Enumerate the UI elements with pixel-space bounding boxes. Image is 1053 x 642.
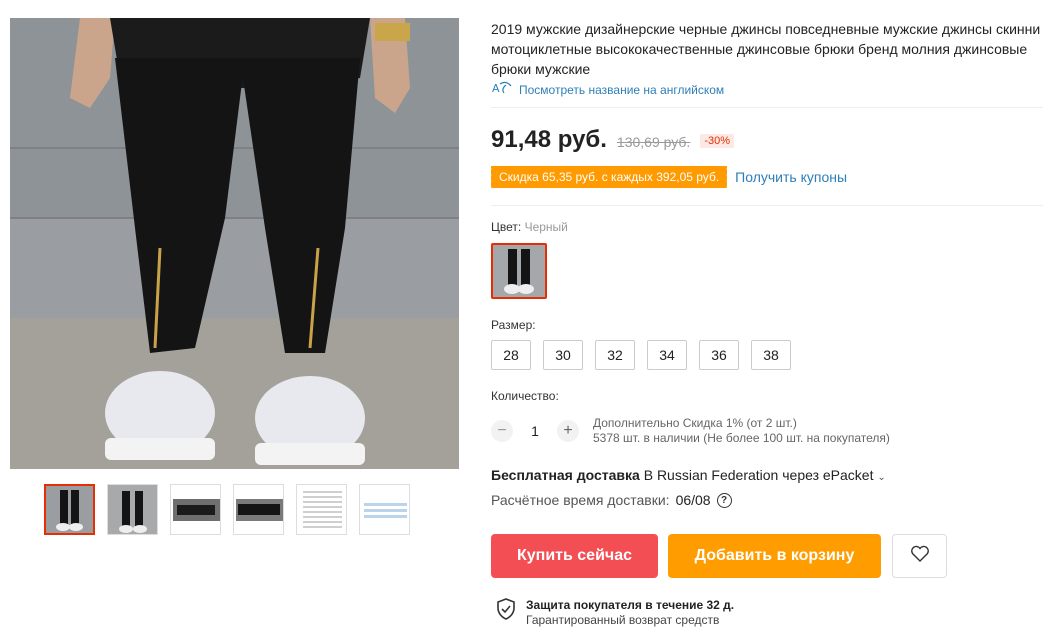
stock-text: 5378 шт. в наличии (Не более 100 шт. на … bbox=[593, 431, 890, 445]
heart-icon bbox=[910, 545, 930, 568]
quantity-label: Количество: bbox=[491, 389, 559, 403]
thumbnail-5[interactable] bbox=[296, 484, 347, 535]
buyer-protection: Защита покупателя в течение 32 д. Гарант… bbox=[496, 598, 734, 628]
buy-now-button[interactable]: Купить сейчас bbox=[491, 534, 658, 578]
shipping-info: Бесплатная доставка В Russian Federation… bbox=[491, 467, 886, 483]
get-coupons-link[interactable]: Получить купоны bbox=[735, 169, 847, 185]
main-product-image bbox=[10, 18, 459, 469]
quantity-value[interactable]: 1 bbox=[523, 423, 547, 439]
coupon-badge: Скидка 65,35 руб. с каждых 392,05 руб. bbox=[487, 166, 728, 188]
thumbnail-1[interactable] bbox=[44, 484, 95, 535]
thumbnail-3[interactable] bbox=[170, 484, 221, 535]
size-label: Размер: bbox=[491, 318, 536, 332]
svg-text:A: A bbox=[492, 82, 500, 95]
product-title: 2019 мужские дизайнерские черные джинсы … bbox=[491, 21, 1041, 77]
color-swatch-black[interactable] bbox=[491, 243, 547, 299]
size-option-34[interactable]: 34 bbox=[647, 340, 687, 370]
price-row: 91,48 руб. 130,69 руб. -30% bbox=[491, 126, 735, 154]
old-price: 130,69 руб. bbox=[616, 134, 691, 150]
translate-link-label: Посмотреть название на английском bbox=[519, 82, 725, 97]
thumbnail-4[interactable] bbox=[233, 484, 284, 535]
color-label: Цвет: Черный bbox=[491, 220, 568, 234]
thumbnail-2[interactable] bbox=[107, 484, 158, 535]
thumbnail-6[interactable] bbox=[359, 484, 410, 535]
protection-subtitle: Гарантированный возврат средств bbox=[526, 613, 720, 627]
wishlist-button[interactable] bbox=[892, 534, 947, 578]
chevron-down-icon[interactable]: ⌄ bbox=[877, 472, 885, 483]
shipping-details[interactable]: В Russian Federation через ePacket bbox=[640, 467, 874, 483]
free-shipping-label: Бесплатная доставка bbox=[491, 467, 640, 483]
protection-title: Защита покупателя в течение 32 д. bbox=[526, 598, 735, 612]
eta-value: 06/08 bbox=[675, 492, 711, 508]
size-option-28[interactable]: 28 bbox=[491, 340, 531, 370]
quantity-info: Дополнительно Скидка 1% (от 2 шт.) 5378 … bbox=[593, 416, 890, 446]
shield-icon bbox=[496, 598, 516, 625]
translate-icon: A bbox=[491, 80, 513, 99]
divider bbox=[491, 107, 1043, 108]
quantity-stepper: − 1 + Дополнительно Скидка 1% (от 2 шт.)… bbox=[491, 416, 890, 446]
size-option-38[interactable]: 38 bbox=[751, 340, 791, 370]
quantity-decrease-button[interactable]: − bbox=[491, 420, 513, 442]
size-option-36[interactable]: 36 bbox=[699, 340, 739, 370]
current-price: 91,48 руб. bbox=[491, 126, 607, 153]
discount-badge: -30% bbox=[700, 134, 735, 148]
add-to-cart-button[interactable]: Добавить в корзину bbox=[668, 534, 881, 578]
size-option-30[interactable]: 30 bbox=[543, 340, 583, 370]
delivery-estimate: Расчётное время доставки: 06/08 ? bbox=[491, 492, 732, 508]
eta-label: Расчётное время доставки: bbox=[491, 492, 670, 508]
size-option-32[interactable]: 32 bbox=[595, 340, 635, 370]
help-icon[interactable]: ? bbox=[716, 492, 732, 508]
translate-title-link[interactable]: A Посмотреть название на английском bbox=[491, 80, 724, 99]
size-options: 28 30 32 34 36 38 bbox=[491, 340, 791, 370]
divider bbox=[491, 205, 1043, 206]
thumbnail-strip bbox=[44, 484, 410, 535]
coupon-row: Скидка 65,35 руб. с каждых 392,05 руб. П… bbox=[487, 166, 847, 188]
color-selected-value: Черный bbox=[524, 220, 568, 234]
color-label-text: Цвет: bbox=[491, 220, 522, 234]
extra-discount-text: Дополнительно Скидка 1% (от 2 шт.) bbox=[593, 416, 797, 430]
quantity-increase-button[interactable]: + bbox=[557, 420, 579, 442]
